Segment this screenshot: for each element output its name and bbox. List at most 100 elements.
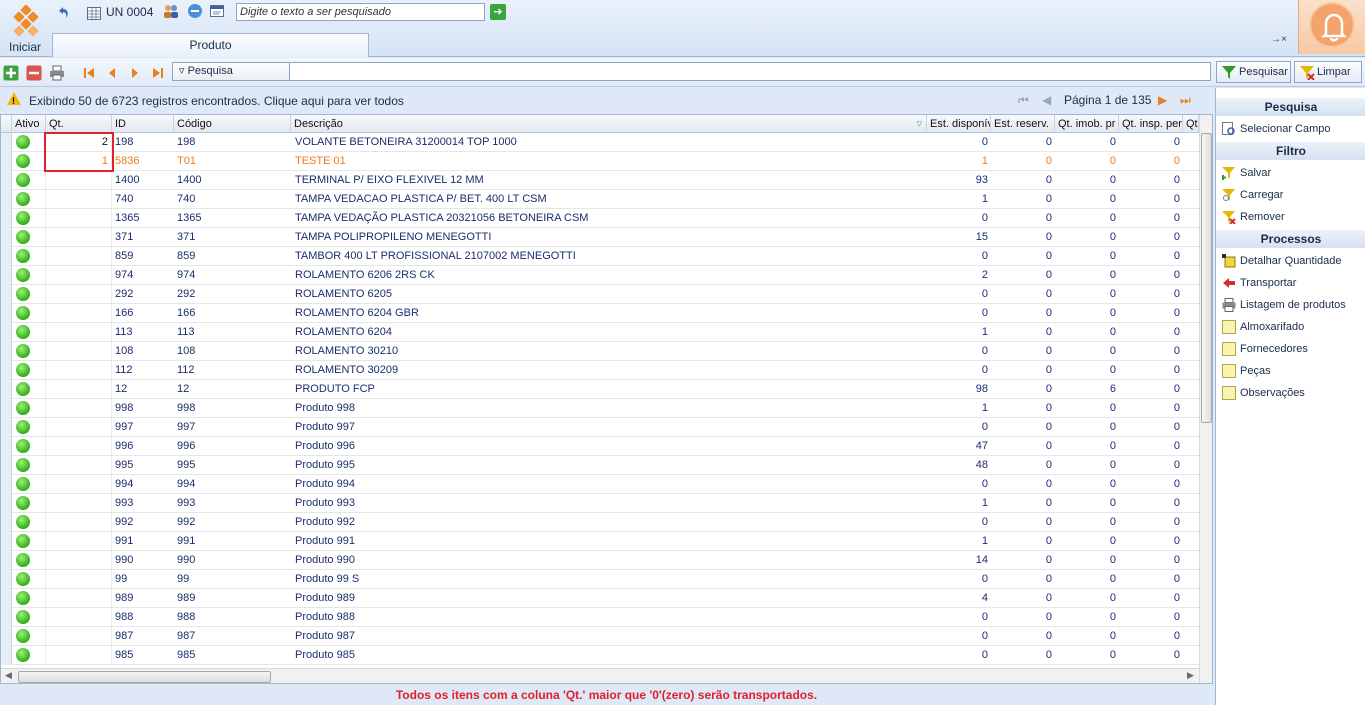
previous-page-icon[interactable] bbox=[104, 65, 120, 81]
row-selector[interactable] bbox=[1, 608, 12, 627]
almoxarifado-item[interactable]: Almoxarifado bbox=[1216, 317, 1365, 337]
header-qt-insp[interactable]: Qt. insp. per bbox=[1119, 115, 1183, 133]
table-row[interactable]: 99 99 Produto 99 S 0 0 0 0 bbox=[1, 570, 1199, 589]
header-est-disponivel[interactable]: Est. disponív bbox=[927, 115, 991, 133]
header-qt-imob[interactable]: Qt. imob. pr bbox=[1055, 115, 1119, 133]
tab-produto[interactable]: Produto bbox=[52, 33, 369, 57]
fornecedores-item[interactable]: Fornecedores bbox=[1216, 339, 1365, 359]
remove-icon[interactable] bbox=[26, 65, 42, 81]
table-row[interactable]: 997 997 Produto 997 0 0 0 0 bbox=[1, 418, 1199, 437]
qt-cell[interactable] bbox=[46, 304, 112, 323]
row-selector[interactable] bbox=[1, 494, 12, 513]
qt-cell[interactable] bbox=[46, 228, 112, 247]
table-row[interactable]: 988 988 Produto 988 0 0 0 0 bbox=[1, 608, 1199, 627]
unit-label[interactable]: UN 0004 bbox=[106, 5, 153, 19]
add-icon[interactable] bbox=[3, 65, 19, 81]
table-row[interactable]: 166 166 ROLAMENTO 6204 GBR 0 0 0 0 bbox=[1, 304, 1199, 323]
table-row[interactable]: 113 113 ROLAMENTO 6204 1 0 0 0 bbox=[1, 323, 1199, 342]
first-page-icon[interactable] bbox=[81, 65, 97, 81]
scroll-left-icon[interactable]: ◀ bbox=[5, 670, 12, 681]
qt-cell[interactable] bbox=[46, 171, 112, 190]
row-selector[interactable] bbox=[1, 304, 12, 323]
header-qt[interactable]: Qt. bbox=[46, 115, 112, 133]
transportar-item[interactable]: Transportar bbox=[1216, 273, 1365, 293]
row-selector[interactable] bbox=[1, 418, 12, 437]
selecionar-campo-item[interactable]: Selecionar Campo bbox=[1216, 119, 1365, 139]
scroll-right-icon[interactable]: ▶ bbox=[1187, 670, 1194, 681]
qt-cell[interactable] bbox=[46, 513, 112, 532]
table-row[interactable]: 995 995 Produto 995 48 0 0 0 bbox=[1, 456, 1199, 475]
table-row[interactable]: 859 859 TAMBOR 400 LT PROFISSIONAL 2107002… bbox=[1, 247, 1199, 266]
vertical-scroll-thumb[interactable] bbox=[1201, 133, 1212, 423]
table-row[interactable]: 974 974 ROLAMENTO 6206 2RS CK 2 0 0 0 bbox=[1, 266, 1199, 285]
table-row[interactable]: 1 5836 T01 TESTE 01 1 0 0 0 bbox=[1, 152, 1199, 171]
horizontal-scroll-thumb[interactable] bbox=[18, 671, 271, 683]
table-row[interactable]: 989 989 Produto 989 4 0 0 0 bbox=[1, 589, 1199, 608]
undo-icon[interactable] bbox=[55, 5, 71, 21]
row-selector[interactable] bbox=[1, 247, 12, 266]
row-selector[interactable] bbox=[1, 342, 12, 361]
detalhar-quantidade-item[interactable]: Detalhar Quantidade bbox=[1216, 251, 1365, 271]
search-button[interactable]: Pesquisar bbox=[1216, 61, 1291, 83]
qt-cell[interactable] bbox=[46, 475, 112, 494]
table-row[interactable]: 2 198 198 VOLANTE BETONEIRA 31200014 TOP 10… bbox=[1, 133, 1199, 152]
qt-cell[interactable] bbox=[46, 323, 112, 342]
row-selector[interactable] bbox=[1, 456, 12, 475]
qt-cell[interactable] bbox=[46, 437, 112, 456]
header-selector[interactable] bbox=[1, 115, 12, 133]
observacoes-item[interactable]: Observações bbox=[1216, 383, 1365, 403]
remover-filtro-item[interactable]: Remover bbox=[1216, 207, 1365, 227]
vertical-scrollbar[interactable] bbox=[1199, 115, 1212, 683]
row-selector[interactable] bbox=[1, 513, 12, 532]
row-selector[interactable] bbox=[1, 551, 12, 570]
header-id[interactable]: ID bbox=[112, 115, 174, 133]
header-descricao[interactable]: Descrição ▿ bbox=[291, 115, 927, 133]
table-row[interactable]: 994 994 Produto 994 0 0 0 0 bbox=[1, 475, 1199, 494]
table-row[interactable]: 992 992 Produto 992 0 0 0 0 bbox=[1, 513, 1199, 532]
row-selector[interactable] bbox=[1, 190, 12, 209]
header-qt-extra[interactable]: Qt bbox=[1183, 115, 1199, 133]
refresh-icon[interactable] bbox=[187, 3, 203, 19]
header-ativo[interactable]: Ativo bbox=[12, 115, 46, 133]
qt-cell[interactable] bbox=[46, 209, 112, 228]
notifications-button[interactable] bbox=[1298, 0, 1365, 54]
table-row[interactable]: 996 996 Produto 996 47 0 0 0 bbox=[1, 437, 1199, 456]
qt-cell[interactable] bbox=[46, 285, 112, 304]
row-selector[interactable] bbox=[1, 285, 12, 304]
qt-cell[interactable] bbox=[46, 589, 112, 608]
qt-cell[interactable] bbox=[46, 570, 112, 589]
table-row[interactable]: 990 990 Produto 990 14 0 0 0 bbox=[1, 551, 1199, 570]
row-selector[interactable] bbox=[1, 228, 12, 247]
qt-cell[interactable] bbox=[46, 380, 112, 399]
next-page-icon[interactable] bbox=[127, 65, 143, 81]
search-field-select[interactable]: ▿ Pesquisa bbox=[172, 62, 290, 81]
row-selector[interactable] bbox=[1, 133, 12, 152]
qt-cell[interactable] bbox=[46, 399, 112, 418]
global-search-go-button[interactable]: ➜ bbox=[490, 4, 506, 20]
pager-first-icon[interactable]: ⏮ bbox=[1018, 93, 1029, 108]
qt-cell[interactable] bbox=[46, 361, 112, 380]
table-row[interactable]: 991 991 Produto 991 1 0 0 0 bbox=[1, 532, 1199, 551]
row-selector[interactable] bbox=[1, 589, 12, 608]
qt-cell[interactable] bbox=[46, 608, 112, 627]
row-selector[interactable] bbox=[1, 570, 12, 589]
header-est-reservado[interactable]: Est. reserv. bbox=[991, 115, 1055, 133]
table-row[interactable]: 985 985 Produto 985 0 0 0 0 bbox=[1, 646, 1199, 665]
table-row[interactable]: 987 987 Produto 987 0 0 0 0 bbox=[1, 627, 1199, 646]
qt-cell[interactable] bbox=[46, 551, 112, 570]
pecas-item[interactable]: Peças bbox=[1216, 361, 1365, 381]
row-selector[interactable] bbox=[1, 361, 12, 380]
row-selector[interactable] bbox=[1, 627, 12, 646]
table-row[interactable]: 292 292 ROLAMENTO 6205 0 0 0 0 bbox=[1, 285, 1199, 304]
qt-cell[interactable] bbox=[46, 342, 112, 361]
row-selector[interactable] bbox=[1, 532, 12, 551]
calendar-grid-icon[interactable] bbox=[86, 5, 102, 21]
row-selector[interactable] bbox=[1, 171, 12, 190]
start-button[interactable]: Iniciar bbox=[2, 2, 48, 55]
row-selector[interactable] bbox=[1, 323, 12, 342]
horizontal-scrollbar[interactable]: ◀ ▶ bbox=[1, 668, 1199, 683]
pager-last-icon[interactable]: ⏭ bbox=[1180, 93, 1191, 108]
row-selector[interactable] bbox=[1, 266, 12, 285]
table-row[interactable]: 1400 1400 TERMINAL P/ EIXO FLEXIVEL 12 MM 9… bbox=[1, 171, 1199, 190]
qt-cell[interactable] bbox=[46, 646, 112, 665]
